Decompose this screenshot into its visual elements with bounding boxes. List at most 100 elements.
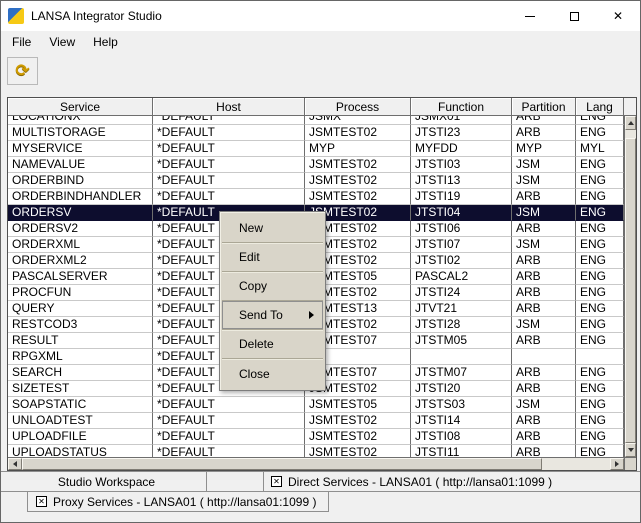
scroll-up-button[interactable]	[625, 116, 636, 130]
table-cell: RESULT	[8, 333, 153, 349]
table-cell: ARB	[512, 445, 576, 457]
table-cell: JSMTEST02	[305, 189, 411, 205]
horizontal-scrollbar-thumb[interactable]	[22, 458, 542, 470]
submenu-arrow-icon	[309, 311, 314, 319]
scroll-right-button[interactable]	[610, 458, 624, 470]
table-cell: ARB	[512, 125, 576, 141]
table-cell: UNLOADTEST	[8, 413, 153, 429]
table-cell: PASCAL2	[411, 269, 512, 285]
table-cell: JSM	[512, 317, 576, 333]
table-cell: ARB	[512, 333, 576, 349]
table-cell: ENG	[576, 237, 624, 253]
scroll-down-icon	[628, 448, 634, 452]
table-row[interactable]: MULTISTORAGE*DEFAULTJSMTEST02JTSTI23ARBE…	[8, 125, 624, 141]
table-cell: JTSTI04	[411, 205, 512, 221]
table-cell: *DEFAULT	[153, 429, 305, 445]
table-cell: *DEFAULT	[153, 413, 305, 429]
tab-proxy-services[interactable]: Proxy Services - LANSA01 ( http://lansa0…	[27, 492, 329, 512]
table-row[interactable]: UNLOADTEST*DEFAULTJSMTEST02JTSTI14ARBENG	[8, 413, 624, 429]
vertical-scrollbar-thumb[interactable]	[625, 138, 636, 443]
table-cell: JTSTI07	[411, 237, 512, 253]
table-cell: MYP	[512, 141, 576, 157]
x-box-icon	[271, 476, 282, 487]
scroll-right-icon	[615, 461, 619, 467]
table-cell: ENG	[576, 445, 624, 457]
scroll-left-button[interactable]	[8, 458, 22, 470]
table-cell: MULTISTORAGE	[8, 125, 153, 141]
maximize-button[interactable]	[552, 1, 596, 31]
table-cell: JSMTEST05	[305, 397, 411, 413]
context-menu-item-new[interactable]: New	[222, 214, 323, 243]
menu-item-help[interactable]: Help	[84, 31, 127, 52]
menu-item-view[interactable]: View	[40, 31, 84, 52]
table-cell	[576, 349, 624, 365]
table-cell: ENG	[576, 173, 624, 189]
scroll-left-icon	[13, 461, 17, 467]
table-row[interactable]: UPLOADSTATUS*DEFAULTJSMTEST02JTSTI11ARBE…	[8, 445, 624, 457]
scroll-down-button[interactable]	[625, 443, 636, 457]
refresh-toolbar-button[interactable]	[7, 57, 38, 85]
table-cell: ARB	[512, 116, 576, 125]
table-cell: RPGXML	[8, 349, 153, 365]
horizontal-scrollbar[interactable]	[8, 457, 624, 470]
column-header-function[interactable]: Function	[411, 98, 512, 116]
menu-item-file[interactable]: File	[3, 31, 40, 52]
maximize-icon	[570, 12, 579, 21]
table-row[interactable]: ORDERBIND*DEFAULTJSMTEST02JTSTI13JSMENG	[8, 173, 624, 189]
table-cell: *DEFAULT	[153, 157, 305, 173]
context-menu-item-delete[interactable]: Delete	[222, 330, 323, 359]
table-cell: JTSTI03	[411, 157, 512, 173]
column-header-host[interactable]: Host	[153, 98, 305, 116]
context-menu-item-copy[interactable]: Copy	[222, 272, 323, 301]
table-cell: ENG	[576, 301, 624, 317]
table-row[interactable]: LOCATIONX*DEFAULTJSMXJSMX01ARBENG	[8, 116, 624, 125]
tab-studio-workspace[interactable]: Studio Workspace	[7, 472, 207, 491]
table-cell: ARB	[512, 301, 576, 317]
table-cell: ARB	[512, 221, 576, 237]
table-cell: JTSTI11	[411, 445, 512, 457]
column-header-partition[interactable]: Partition	[512, 98, 576, 116]
table-cell: *DEFAULT	[153, 141, 305, 157]
tab-label: Studio Workspace	[58, 475, 155, 489]
context-menu-item-send-to[interactable]: Send To	[222, 301, 323, 330]
table-cell: JSMX01	[411, 116, 512, 125]
column-header-lang[interactable]: Lang	[576, 98, 624, 116]
table-cell: JTSTI20	[411, 381, 512, 397]
x-box-icon	[36, 496, 47, 507]
tab-label: Direct Services - LANSA01 ( http://lansa…	[288, 475, 552, 489]
table-row[interactable]: SOAPSTATIC*DEFAULTJSMTEST05JTSTS03JSMENG	[8, 397, 624, 413]
table-cell: ORDERSV2	[8, 221, 153, 237]
table-cell: ENG	[576, 189, 624, 205]
context-menu-item-edit[interactable]: Edit	[222, 243, 323, 272]
table-row[interactable]: NAMEVALUE*DEFAULTJSMTEST02JTSTI03JSMENG	[8, 157, 624, 173]
column-header-service[interactable]: Service	[8, 98, 153, 116]
column-header-process[interactable]: Process	[305, 98, 411, 116]
table-cell: MYL	[576, 141, 624, 157]
table-cell: MYFDD	[411, 141, 512, 157]
vertical-scrollbar[interactable]	[624, 116, 636, 457]
context-menu-item-close[interactable]: Close	[222, 359, 323, 388]
minimize-icon	[525, 16, 535, 17]
close-button[interactable]	[596, 1, 640, 31]
table-cell: *DEFAULT	[153, 116, 305, 125]
table-cell: JSMTEST02	[305, 125, 411, 141]
table-cell: JSM	[512, 397, 576, 413]
table-cell: ORDERBINDHANDLER	[8, 189, 153, 205]
tab-direct-services[interactable]: Direct Services - LANSA01 ( http://lansa…	[263, 472, 637, 491]
table-cell: ORDERXML2	[8, 253, 153, 269]
table-cell: *DEFAULT	[153, 189, 305, 205]
minimize-button[interactable]	[508, 1, 552, 31]
table-row[interactable]: UPLOADFILE*DEFAULTJSMTEST02JTSTI08ARBENG	[8, 429, 624, 445]
table-row[interactable]: MYSERVICE*DEFAULTMYPMYFDDMYPMYL	[8, 141, 624, 157]
table-row[interactable]: ORDERBINDHANDLER*DEFAULTJSMTEST02JTSTI19…	[8, 189, 624, 205]
table-cell: JSMTEST02	[305, 429, 411, 445]
table-cell: ENG	[576, 381, 624, 397]
table-cell: JTSTI14	[411, 413, 512, 429]
table-cell: ARB	[512, 269, 576, 285]
table-cell: ENG	[576, 205, 624, 221]
table-cell: JSMTEST02	[305, 173, 411, 189]
table-cell: ENG	[576, 125, 624, 141]
table-cell	[411, 349, 512, 365]
table-cell: JSMTEST02	[305, 445, 411, 457]
table-cell: NAMEVALUE	[8, 157, 153, 173]
